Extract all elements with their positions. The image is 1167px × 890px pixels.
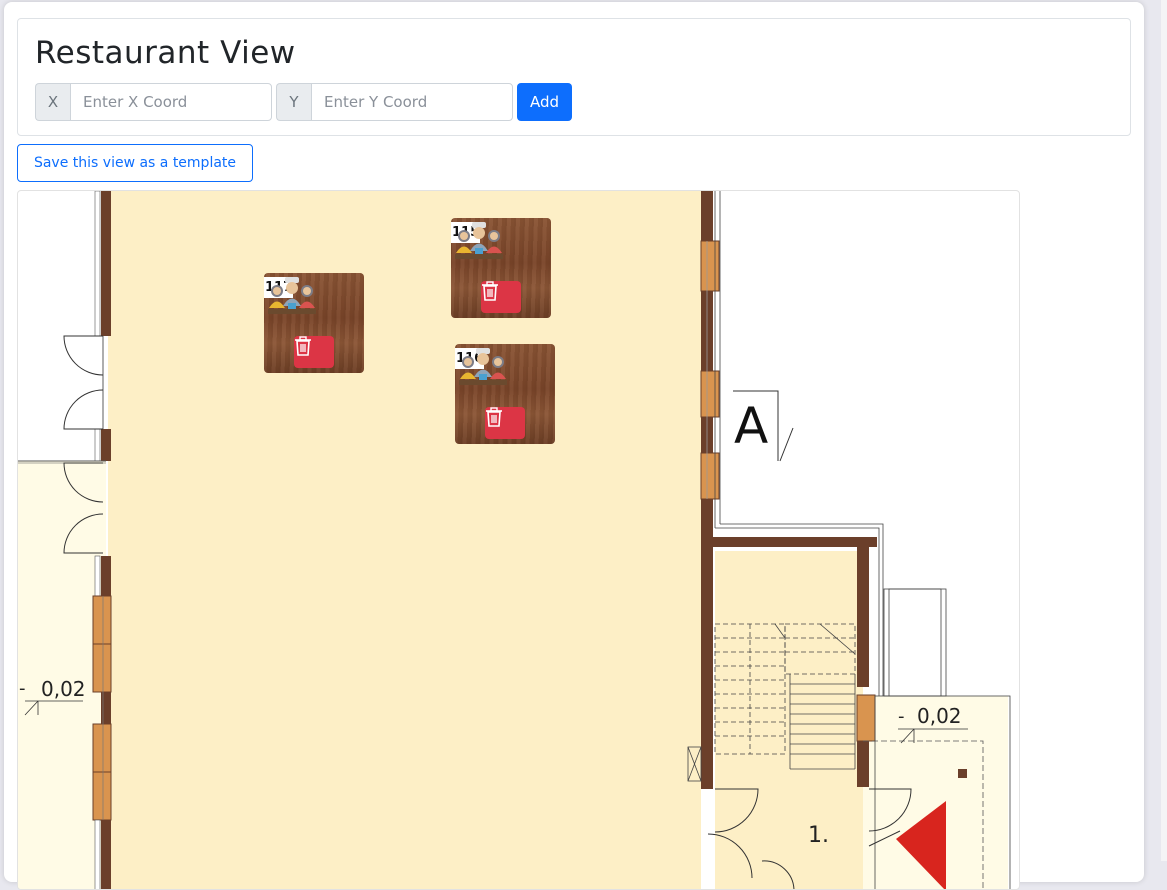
trash-icon	[486, 407, 502, 427]
trash-icon	[295, 336, 311, 356]
add-button[interactable]: Add	[517, 83, 572, 121]
save-template-button[interactable]: Save this view as a template	[17, 144, 253, 182]
level-marker-right: 0,02	[917, 704, 962, 728]
people-at-table-icon	[455, 222, 503, 259]
room-number-label: 1.	[808, 823, 829, 848]
x-coord-group: X	[35, 83, 272, 121]
floor-plan[interactable]: A - 0,02 - 0,02 1. 117	[17, 190, 1020, 890]
page-container: Restaurant View X Y Add Save this view a…	[4, 2, 1144, 890]
x-coord-input[interactable]	[70, 83, 272, 121]
level-marker-left: 0,02	[41, 677, 86, 701]
table-card[interactable]: 116	[455, 344, 555, 444]
table-card[interactable]: 117	[264, 273, 364, 373]
delete-table-button[interactable]	[485, 407, 525, 439]
delete-table-button[interactable]	[294, 336, 334, 368]
scrollbar-track[interactable]	[1161, 0, 1167, 861]
delete-table-button[interactable]	[481, 281, 521, 313]
page-title: Restaurant View	[35, 35, 296, 71]
section-marker-label: A	[734, 397, 768, 455]
svg-text:-: -	[898, 706, 905, 727]
y-label: Y	[276, 83, 311, 121]
people-at-table-icon	[459, 348, 507, 385]
controls-card: Restaurant View X Y Add	[17, 18, 1131, 136]
y-coord-input[interactable]	[311, 83, 513, 121]
svg-text:-: -	[19, 678, 26, 699]
table-card[interactable]: 115	[451, 218, 551, 318]
y-coord-group: Y	[276, 83, 513, 121]
x-label: X	[35, 83, 70, 121]
trash-icon	[482, 281, 498, 301]
people-at-table-icon	[268, 277, 316, 314]
